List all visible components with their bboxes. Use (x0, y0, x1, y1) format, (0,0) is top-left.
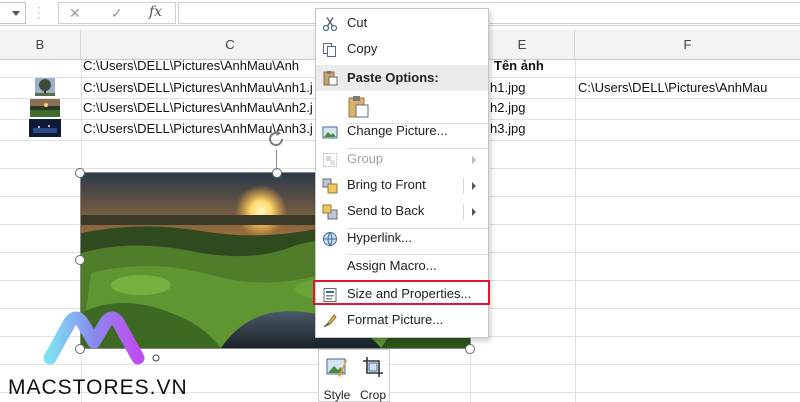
cancel-icon[interactable]: ✕ (69, 5, 81, 22)
cell-e-row2[interactable]: h1.jpg (490, 78, 574, 98)
submenu-arrow-icon[interactable] (472, 208, 476, 216)
chevron-down-icon[interactable] (12, 11, 20, 16)
picture-style-icon (326, 358, 347, 377)
function-icon[interactable]: fx (149, 4, 162, 20)
resize-handle[interactable] (465, 344, 475, 354)
menu-item-cut[interactable]: Cut (316, 11, 488, 37)
menu-label: Send to Back (347, 203, 425, 218)
logo-text: MACSTORES.VN (8, 376, 188, 399)
cell-c-row2[interactable]: C:\Users\DELL\Pictures\AnhMau\Anh1.jpg (83, 78, 313, 98)
macstores-logo-mark-icon (43, 311, 160, 365)
formula-input[interactable] (178, 2, 800, 24)
clipboard-icon (323, 71, 338, 86)
formula-buttons: ✕ ✓ fx (58, 2, 176, 24)
crop-label: Crop (359, 388, 386, 402)
name-box[interactable] (0, 2, 26, 24)
submenu-arrow-icon[interactable] (472, 182, 476, 190)
highlight-box (313, 280, 490, 305)
menu-item-format-picture[interactable]: Format Picture... (316, 308, 488, 334)
paste-options-header: Paste Options: (316, 65, 488, 91)
mini-toolbar: Style Crop (318, 349, 390, 402)
hyperlink-globe-icon (323, 232, 337, 247)
column-header-f[interactable]: F (575, 30, 800, 60)
grid-line (575, 60, 576, 402)
group-icon (323, 153, 337, 167)
rotate-handle-icon[interactable] (265, 128, 287, 150)
resize-handle[interactable] (75, 168, 85, 178)
cell-c-row1[interactable]: C:\Users\DELL\Pictures\AnhMau\Anh (83, 56, 313, 76)
menu-label: Cut (347, 15, 368, 30)
paste-options-label: Paste Options: (347, 70, 439, 85)
menu-label: Copy (347, 41, 378, 56)
cell-e-header[interactable]: Tên ảnh (494, 56, 574, 76)
menu-label: Hyperlink... (347, 230, 413, 245)
menu-label: Change Picture... (347, 123, 448, 138)
submenu-divider (463, 178, 464, 194)
scissors-icon (322, 17, 338, 32)
resize-handle[interactable] (272, 168, 282, 178)
menu-label: Bring to Front (347, 177, 426, 192)
change-picture-icon (322, 126, 338, 139)
column-header-b[interactable]: B (0, 30, 81, 60)
thumbnail-tree-image[interactable] (35, 78, 55, 96)
cell-e-row3[interactable]: h2.jpg (490, 98, 574, 118)
enter-icon[interactable]: ✓ (111, 5, 123, 22)
submenu-divider (463, 204, 464, 220)
menu-item-change-picture[interactable]: Change Picture... (316, 119, 488, 145)
menu-label: Group (347, 151, 384, 166)
send-to-back-icon (322, 204, 338, 220)
menu-item-assign-macro[interactable]: Assign Macro... (316, 254, 488, 280)
copy-icon (323, 43, 336, 57)
menu-item-group[interactable]: Group (316, 147, 488, 173)
format-picture-icon (323, 314, 337, 328)
cell-c-row3[interactable]: C:\Users\DELL\Pictures\AnhMau\Anh2.jpg (83, 98, 313, 118)
menu-item-copy[interactable]: Copy (316, 37, 488, 63)
style-button[interactable]: Style (319, 350, 355, 402)
menu-label: Format Picture... (347, 312, 444, 327)
crop-button[interactable]: Crop (355, 350, 391, 402)
menu-item-bring-to-front[interactable]: Bring to Front (316, 173, 488, 199)
menu-item-hyperlink[interactable]: Hyperlink... (316, 226, 488, 252)
style-label: Style (323, 388, 351, 402)
rotate-connector (276, 150, 277, 170)
bring-to-front-icon (322, 178, 338, 194)
submenu-arrow-icon (472, 156, 476, 164)
crop-icon (363, 357, 383, 377)
resize-handle[interactable] (75, 255, 85, 265)
cell-f-row2[interactable]: C:\Users\DELL\Pictures\AnhMau (578, 78, 798, 98)
menu-item-send-to-back[interactable]: Send to Back (316, 199, 488, 225)
menu-label: Assign Macro... (347, 258, 437, 273)
thumbnail-landscape-image[interactable] (30, 99, 60, 117)
cell-e-row4[interactable]: h3.jpg (490, 119, 574, 139)
vertical-dots-icon: · · · (37, 2, 41, 24)
thumbnail-night-image[interactable] (29, 119, 61, 137)
paste-picture-icon[interactable] (346, 95, 370, 119)
